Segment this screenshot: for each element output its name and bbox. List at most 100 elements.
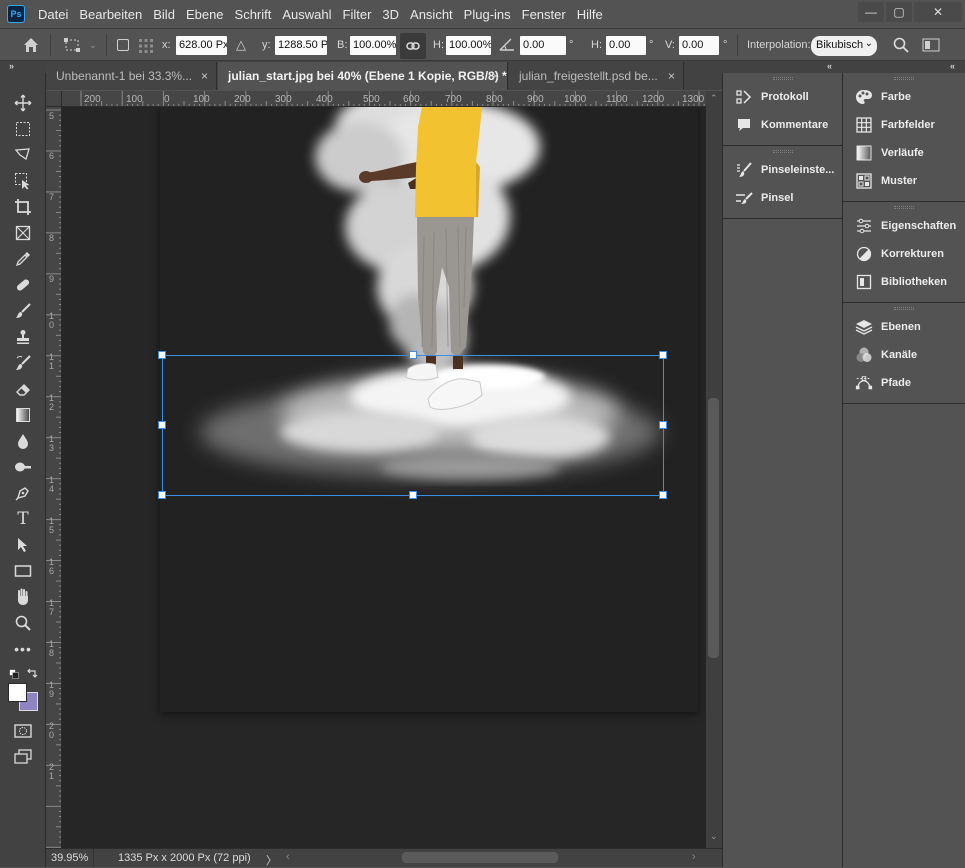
width-field[interactable]: 100.00%: [350, 36, 396, 55]
menu-hilfe[interactable]: Hilfe: [577, 7, 603, 22]
menu-datei[interactable]: Datei: [38, 7, 68, 22]
collapse-panels-icon[interactable]: «: [827, 61, 832, 71]
type-tool-icon[interactable]: T: [11, 508, 35, 530]
panel-bibliotheken[interactable]: Bibliotheken: [843, 268, 965, 296]
scroll-right-icon[interactable]: ›: [692, 851, 696, 863]
delta-icon[interactable]: △: [236, 37, 246, 53]
move-tool-icon[interactable]: [11, 92, 35, 114]
transform-tool-icon[interactable]: [63, 37, 83, 56]
collapse-panels-icon[interactable]: «: [950, 61, 955, 71]
menu-bild[interactable]: Bild: [153, 7, 175, 22]
quick-mask-icon[interactable]: [11, 720, 35, 742]
tab-unbenannt[interactable]: Unbenannt-1 bei 33.3%... ×: [46, 62, 217, 90]
search-icon[interactable]: [893, 37, 909, 56]
canvas-area[interactable]: [62, 107, 706, 848]
document-canvas[interactable]: [160, 107, 698, 712]
pen-tool-icon[interactable]: [11, 482, 35, 504]
zoom-level[interactable]: 39.95%: [46, 849, 94, 867]
panel-pinseleinstellungen[interactable]: Pinseleinste...: [723, 156, 842, 184]
restore-button[interactable]: ▢: [886, 2, 912, 22]
panel-grip[interactable]: [843, 303, 965, 313]
tab-julian-freigestellt[interactable]: julian_freigestellt.psd be... ×: [509, 62, 684, 90]
blur-tool-icon[interactable]: [11, 430, 35, 452]
more-tools-icon[interactable]: •••: [11, 638, 35, 660]
brush-tool-icon[interactable]: [11, 300, 35, 322]
x-field[interactable]: 628.00 Px: [176, 36, 227, 55]
menu-bearbeiten[interactable]: Bearbeiten: [79, 7, 142, 22]
eyedropper-tool-icon[interactable]: [11, 248, 35, 270]
reference-point-grid-icon[interactable]: [138, 38, 154, 57]
photoshop-logo[interactable]: Ps: [7, 5, 25, 23]
height-field[interactable]: 100.00%: [446, 36, 491, 55]
marquee-tool-icon[interactable]: [11, 118, 35, 140]
menu-ansicht[interactable]: Ansicht: [410, 7, 453, 22]
panel-farbe[interactable]: Farbe: [843, 83, 965, 111]
ruler-corner[interactable]: [46, 91, 62, 107]
y-field[interactable]: 1288.50 Px: [275, 36, 327, 55]
document-info[interactable]: 1335 Px x 2000 Px (72 ppi): [118, 852, 251, 864]
clone-stamp-tool-icon[interactable]: [11, 326, 35, 348]
eraser-tool-icon[interactable]: [11, 378, 35, 400]
frame-tool-icon[interactable]: [11, 222, 35, 244]
home-icon[interactable]: [22, 36, 40, 57]
vertical-ruler[interactable]: 5 6 7 8 9 1 0 1 1 1 2 1 3 1 4 1 5 1 6 1 …: [46, 107, 62, 848]
reference-point-checkbox[interactable]: [117, 39, 129, 51]
panel-protokoll[interactable]: Protokoll: [723, 83, 842, 111]
menu-auswahl[interactable]: Auswahl: [282, 7, 331, 22]
vertical-scroll-thumb[interactable]: [708, 398, 719, 658]
healing-brush-tool-icon[interactable]: [11, 274, 35, 296]
scroll-up-icon[interactable]: ⌃: [710, 93, 718, 104]
horizontal-scroll-thumb[interactable]: [402, 852, 558, 863]
panel-muster[interactable]: Muster: [843, 167, 965, 195]
horizontal-ruler[interactable]: 200 100 0 100 200 300 400 500 600 700 80…: [46, 91, 706, 107]
panel-pinsel[interactable]: Pinsel: [723, 184, 842, 212]
tab-julian-start[interactable]: julian_start.jpg bei 40% (Ebene 1 Kopie,…: [218, 62, 508, 90]
path-selection-tool-icon[interactable]: [11, 534, 35, 556]
crop-tool-icon[interactable]: [11, 196, 35, 218]
minimize-button[interactable]: —: [858, 2, 884, 22]
menu-ebene[interactable]: Ebene: [186, 7, 224, 22]
panel-grip[interactable]: [723, 73, 842, 83]
panel-kanaele[interactable]: Kanäle: [843, 341, 965, 369]
screen-mode-icon[interactable]: [11, 746, 35, 768]
panel-kommentare[interactable]: Kommentare: [723, 111, 842, 139]
zoom-tool-icon[interactable]: [11, 612, 35, 634]
close-icon[interactable]: ×: [492, 69, 499, 83]
menu-fenster[interactable]: Fenster: [522, 7, 566, 22]
chevron-down-icon[interactable]: ⌄: [89, 40, 97, 51]
panel-eigenschaften[interactable]: Eigenschaften: [843, 212, 965, 240]
object-selection-tool-icon[interactable]: [11, 170, 35, 192]
link-icon[interactable]: [400, 33, 426, 59]
rectangle-tool-icon[interactable]: [11, 560, 35, 582]
expand-toolbar-icon[interactable]: »: [9, 61, 14, 71]
close-icon[interactable]: ×: [201, 69, 208, 83]
angle-field[interactable]: 0.00: [520, 36, 566, 55]
panel-farbfelder[interactable]: Farbfelder: [843, 111, 965, 139]
menu-filter[interactable]: Filter: [343, 7, 372, 22]
menu-3d[interactable]: 3D: [382, 7, 399, 22]
menu-plugins[interactable]: Plug-ins: [464, 7, 511, 22]
scroll-down-icon[interactable]: ⌄: [710, 831, 718, 842]
panel-grip[interactable]: [843, 73, 965, 83]
status-menu-arrow[interactable]: 〉: [266, 852, 277, 868]
panel-grip[interactable]: [843, 202, 965, 212]
panel-verlaeufe[interactable]: Verläufe: [843, 139, 965, 167]
panel-korrekturen[interactable]: Korrekturen: [843, 240, 965, 268]
workspace-icon[interactable]: [922, 38, 940, 55]
panel-ebenen[interactable]: Ebenen: [843, 313, 965, 341]
vertical-scrollbar[interactable]: ⌃ ⌄: [706, 91, 722, 848]
default-colors-icon[interactable]: [9, 668, 19, 682]
vskew-field[interactable]: 0.00: [679, 36, 719, 55]
foreground-color-swatch[interactable]: [8, 683, 27, 702]
gradient-tool-icon[interactable]: [11, 404, 35, 426]
interpolation-select[interactable]: Bikubisch ⌄: [811, 36, 877, 56]
scroll-left-icon[interactable]: ‹: [286, 851, 290, 863]
dodge-tool-icon[interactable]: [11, 456, 35, 478]
panel-grip[interactable]: [723, 146, 842, 156]
history-brush-tool-icon[interactable]: [11, 352, 35, 374]
hand-tool-icon[interactable]: [11, 586, 35, 608]
menu-schrift[interactable]: Schrift: [235, 7, 272, 22]
hskew-field[interactable]: 0.00: [606, 36, 646, 55]
swap-colors-icon[interactable]: [26, 667, 38, 682]
panel-pfade[interactable]: Pfade: [843, 369, 965, 397]
